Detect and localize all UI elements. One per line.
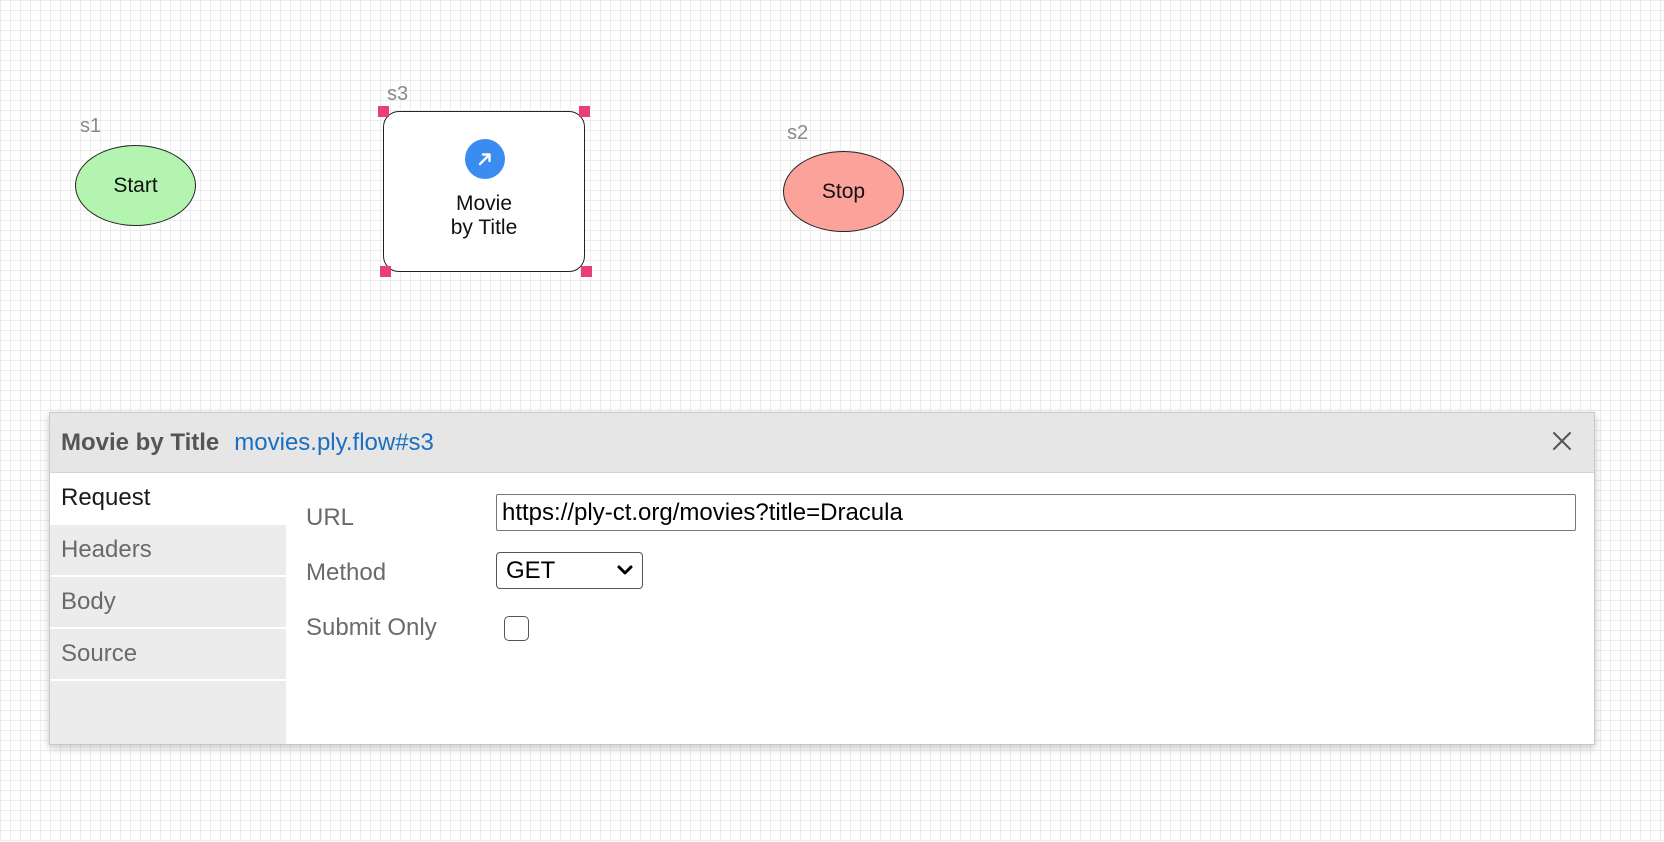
selection-handle-bottom-right[interactable]: [581, 266, 592, 277]
method-select-value: GET: [506, 556, 556, 584]
tab-request-label: Request: [61, 484, 151, 511]
selection-handle-top-left[interactable]: [378, 106, 389, 117]
panel-tabs: Request Headers Body Source: [50, 473, 286, 744]
request-step[interactable]: Movie by Title: [383, 111, 585, 272]
chevron-down-icon: [617, 565, 633, 575]
stop-step-label: Stop: [821, 179, 866, 203]
request-step-label-line1: Movie: [455, 192, 513, 215]
close-icon[interactable]: [1550, 429, 1574, 453]
tab-headers-label: Headers: [61, 536, 152, 563]
step-id-s1: s1: [80, 115, 102, 137]
method-label: Method: [306, 559, 387, 586]
tab-headers[interactable]: Headers: [50, 525, 286, 577]
arrow-up-right-icon: [465, 139, 505, 179]
submit-only-label: Submit Only: [306, 614, 437, 641]
request-form: URL Method GET Submit Only: [286, 473, 1594, 744]
tab-body[interactable]: Body: [50, 577, 286, 629]
panel-header: Movie by Title movies.ply.flow#s3: [50, 413, 1594, 473]
start-step-label: Start: [113, 173, 158, 197]
selection-handle-bottom-left[interactable]: [380, 266, 391, 277]
tab-request[interactable]: Request: [50, 473, 286, 525]
request-step-label: Movie by Title: [384, 192, 584, 240]
panel-step-link[interactable]: movies.ply.flow#s3: [234, 429, 434, 457]
step-config-panel: Movie by Title movies.ply.flow#s3 Reques…: [49, 412, 1595, 745]
url-label: URL: [306, 504, 355, 531]
tab-source-label: Source: [61, 640, 138, 667]
start-step[interactable]: Start: [75, 145, 196, 226]
submit-only-checkbox[interactable]: [504, 616, 529, 641]
method-select[interactable]: GET: [496, 552, 643, 589]
url-input[interactable]: [496, 494, 1576, 531]
tab-body-label: Body: [61, 588, 116, 615]
request-step-label-line2: by Title: [450, 216, 518, 239]
selection-handle-top-right[interactable]: [579, 106, 590, 117]
stop-step[interactable]: Stop: [783, 151, 904, 232]
tab-source[interactable]: Source: [50, 629, 286, 681]
panel-title: Movie by Title: [61, 428, 220, 456]
step-id-s2: s2: [787, 122, 809, 144]
step-id-s3: s3: [387, 83, 409, 105]
